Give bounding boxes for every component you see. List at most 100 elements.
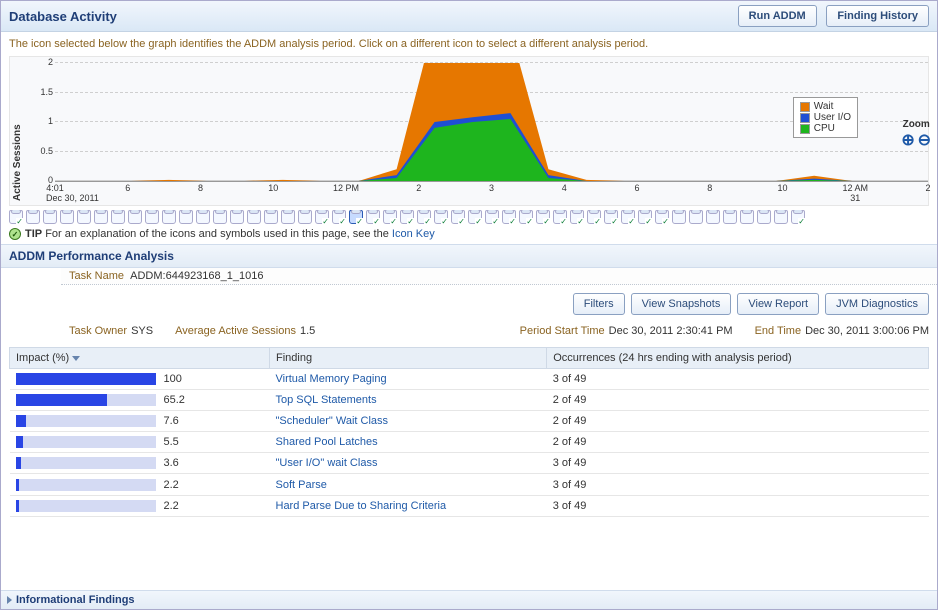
analysis-period-icon[interactable]: [77, 210, 91, 224]
occurrences-cell: 3 of 49: [547, 369, 929, 390]
zoom-label: Zoom: [901, 119, 931, 130]
analysis-period-icon[interactable]: [638, 210, 652, 224]
analysis-period-icon[interactable]: [706, 210, 720, 224]
analysis-period-icon[interactable]: [315, 210, 329, 224]
analysis-period-icon[interactable]: [179, 210, 193, 224]
impact-cell: 5.5: [10, 432, 270, 453]
analysis-period-icon[interactable]: [366, 210, 380, 224]
analysis-button-bar: Filters View Snapshots View Report JVM D…: [1, 285, 937, 323]
col-occurrences[interactable]: Occurrences (24 hrs ending with analysis…: [547, 348, 929, 369]
tip-label: TIP: [25, 228, 42, 240]
jvm-diagnostics-button[interactable]: JVM Diagnostics: [825, 293, 929, 315]
analysis-period-icon[interactable]: [451, 210, 465, 224]
task-name-row: Task Name ADDM:644923168_1_1016: [61, 268, 937, 285]
table-row: 2.2 Soft Parse 3 of 49: [10, 474, 929, 495]
analysis-period-icon[interactable]: [689, 210, 703, 224]
analysis-period-icon[interactable]: [400, 210, 414, 224]
impact-cell: 2.2: [10, 474, 270, 495]
analysis-period-icon[interactable]: [332, 210, 346, 224]
tip-row: ✓ TIP For an explanation of the icons an…: [9, 228, 929, 240]
occurrences-cell: 3 of 49: [547, 453, 929, 474]
analysis-period-icon[interactable]: [519, 210, 533, 224]
finding-link[interactable]: Shared Pool Latches: [276, 436, 378, 448]
occurrences-cell: 2 of 49: [547, 390, 929, 411]
occurrences-cell: 3 of 49: [547, 474, 929, 495]
table-row: 65.2 Top SQL Statements 2 of 49: [10, 390, 929, 411]
legend-cpu: CPU: [800, 123, 851, 134]
analysis-period-icon[interactable]: [468, 210, 482, 224]
analysis-period-icon[interactable]: [587, 210, 601, 224]
analysis-period-icon[interactable]: [383, 210, 397, 224]
analysis-period-hint: The icon selected below the graph identi…: [1, 32, 937, 50]
impact-cell: 100: [10, 369, 270, 390]
analysis-period-icon[interactable]: [162, 210, 176, 224]
analysis-period-icon[interactable]: [723, 210, 737, 224]
analysis-period-icon[interactable]: [553, 210, 567, 224]
analysis-period-icon[interactable]: [757, 210, 771, 224]
analysis-period-icon[interactable]: [298, 210, 312, 224]
analysis-period-icon[interactable]: [417, 210, 431, 224]
analysis-period-icon[interactable]: [536, 210, 550, 224]
legend-wait: Wait: [800, 101, 851, 112]
addm-analysis-header: ADDM Performance Analysis: [1, 244, 937, 268]
sort-desc-icon: [72, 356, 80, 361]
impact-cell: 65.2: [10, 390, 270, 411]
tip-icon: ✓: [9, 228, 21, 240]
finding-link[interactable]: "User I/O" wait Class: [276, 457, 378, 469]
view-snapshots-button[interactable]: View Snapshots: [631, 293, 732, 315]
analysis-period-icon[interactable]: [349, 210, 363, 224]
finding-link[interactable]: Hard Parse Due to Sharing Criteria: [276, 500, 447, 512]
tip-text: For an explanation of the icons and symb…: [45, 228, 392, 240]
analysis-period-icon[interactable]: [26, 210, 40, 224]
analysis-period-icon[interactable]: [213, 210, 227, 224]
findings-table: Impact (%) Finding Occurrences (24 hrs e…: [9, 347, 929, 517]
table-row: 3.6 "User I/O" wait Class 3 of 49: [10, 453, 929, 474]
chart-y-axis-label: Active Sessions: [10, 57, 25, 205]
analysis-period-icon[interactable]: [128, 210, 142, 224]
analysis-period-icons: [9, 210, 929, 224]
view-report-button[interactable]: View Report: [737, 293, 819, 315]
analysis-period-icon[interactable]: [740, 210, 754, 224]
analysis-period-icon[interactable]: [94, 210, 108, 224]
analysis-period-icon[interactable]: [43, 210, 57, 224]
impact-cell: 3.6: [10, 453, 270, 474]
analysis-period-icon[interactable]: [264, 210, 278, 224]
table-row: 7.6"Scheduler" Wait Class2 of 49: [10, 411, 929, 432]
table-row: 2.2Hard Parse Due to Sharing Criteria3 o…: [10, 495, 929, 516]
analysis-period-icon[interactable]: [672, 210, 686, 224]
analysis-period-icon[interactable]: [604, 210, 618, 224]
analysis-period-icon[interactable]: [247, 210, 261, 224]
analysis-period-icon[interactable]: [774, 210, 788, 224]
zoom-in-icon[interactable]: ⊕: [901, 132, 914, 149]
analysis-period-icon[interactable]: [230, 210, 244, 224]
finding-history-button[interactable]: Finding History: [826, 5, 929, 27]
impact-cell: 2.2: [10, 495, 270, 516]
analysis-period-icon[interactable]: [281, 210, 295, 224]
filters-button[interactable]: Filters: [573, 293, 625, 315]
analysis-period-icon[interactable]: [621, 210, 635, 224]
finding-link[interactable]: Virtual Memory Paging: [276, 373, 387, 385]
analysis-period-icon[interactable]: [111, 210, 125, 224]
legend-user-io: User I/O: [800, 112, 851, 123]
analysis-period-icon[interactable]: [434, 210, 448, 224]
analysis-period-icon[interactable]: [791, 210, 805, 224]
analysis-period-icon[interactable]: [60, 210, 74, 224]
finding-link[interactable]: Soft Parse: [276, 479, 327, 491]
analysis-period-icon[interactable]: [502, 210, 516, 224]
col-finding[interactable]: Finding: [270, 348, 547, 369]
run-addm-button[interactable]: Run ADDM: [738, 5, 817, 27]
analysis-period-icon[interactable]: [485, 210, 499, 224]
icon-key-link[interactable]: Icon Key: [392, 228, 435, 240]
section-header: Database Activity Run ADDM Finding Histo…: [1, 1, 937, 32]
finding-link[interactable]: Top SQL Statements: [276, 394, 377, 406]
analysis-period-icon[interactable]: [655, 210, 669, 224]
analysis-period-icon[interactable]: [570, 210, 584, 224]
analysis-period-icon[interactable]: [9, 210, 23, 224]
zoom-out-icon[interactable]: ⊖: [918, 132, 931, 149]
informational-findings-header[interactable]: Informational Findings: [1, 590, 937, 609]
occurrences-cell: 2 of 49: [547, 432, 929, 453]
finding-link[interactable]: "Scheduler" Wait Class: [276, 415, 389, 427]
analysis-period-icon[interactable]: [145, 210, 159, 224]
col-impact[interactable]: Impact (%): [10, 348, 270, 369]
analysis-period-icon[interactable]: [196, 210, 210, 224]
